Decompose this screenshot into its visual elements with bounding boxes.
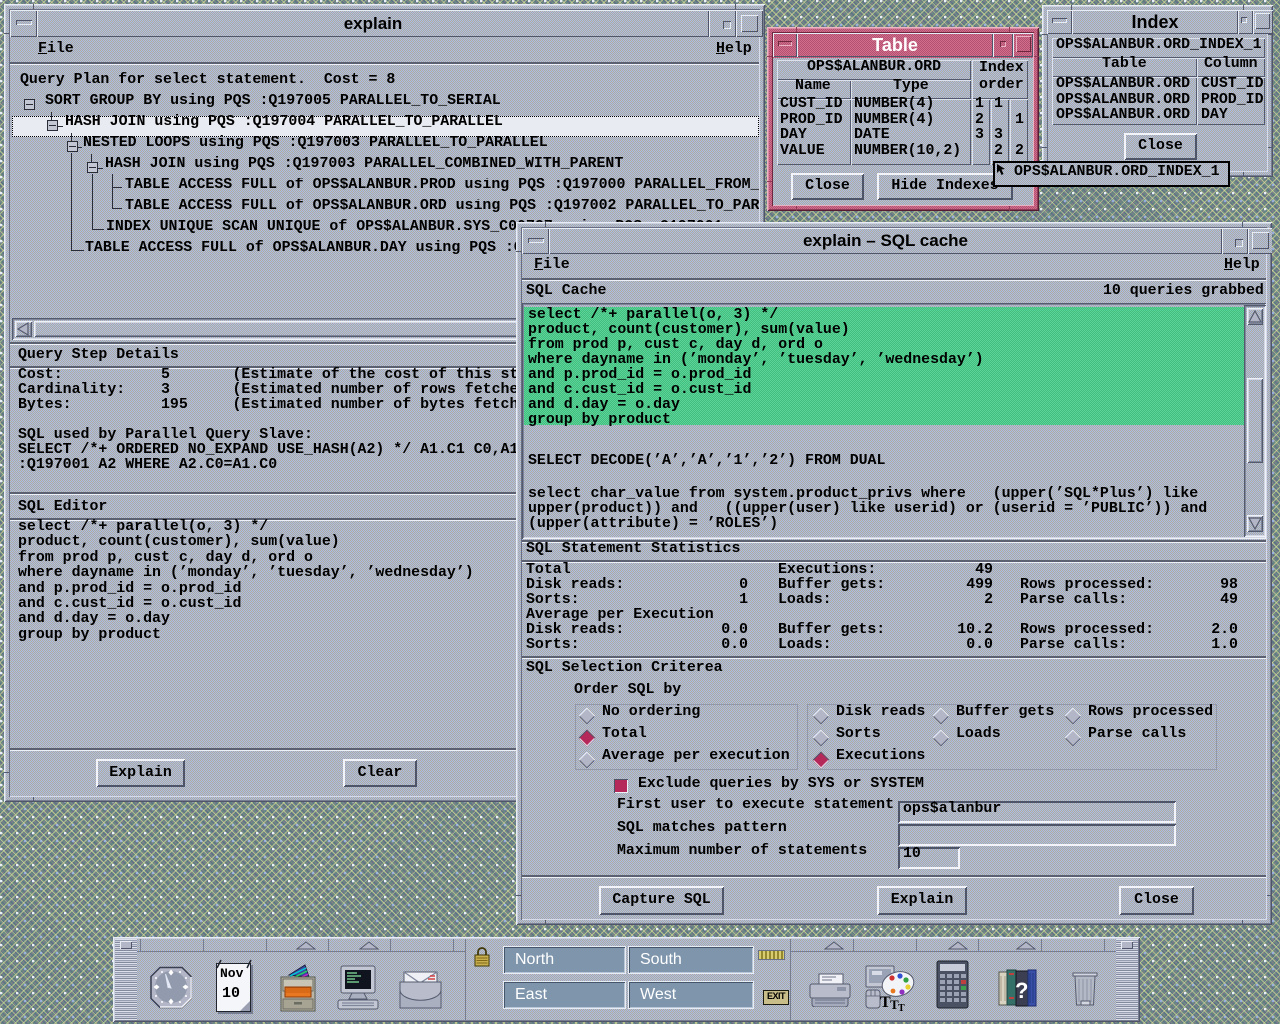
svg-text:T: T	[898, 1003, 905, 1012]
svg-text:?: ?	[1015, 978, 1028, 1003]
